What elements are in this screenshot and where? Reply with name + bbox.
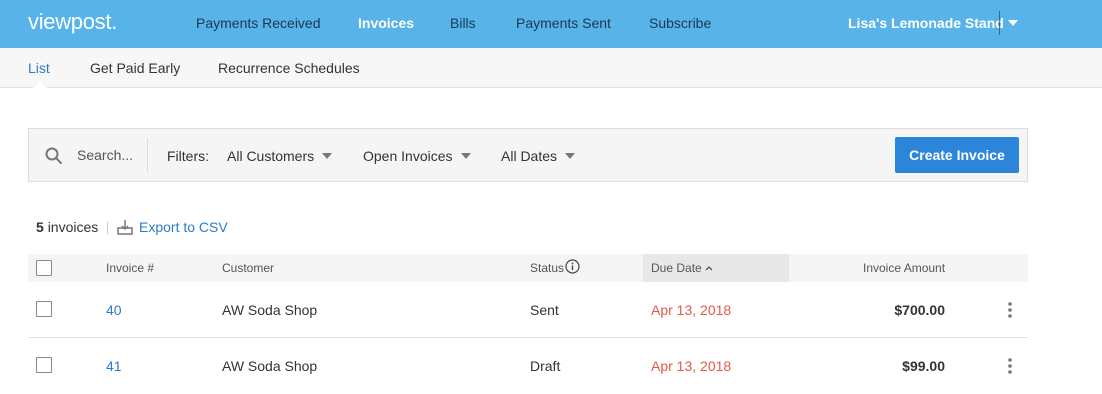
date-filter-dropdown[interactable]: All Dates — [501, 148, 576, 164]
info-circle-icon[interactable] — [565, 259, 580, 274]
viewpost-logo[interactable]: viewpost. — [28, 9, 117, 35]
row-checkbox[interactable] — [36, 357, 52, 373]
customer-name: AW Soda Shop — [222, 358, 318, 374]
nav-bills[interactable]: Bills — [450, 15, 476, 31]
customer-name: AW Soda Shop — [222, 302, 318, 318]
invoice-amount: $99.00 — [902, 358, 945, 374]
customer-filter-dropdown[interactable]: All Customers — [227, 148, 333, 164]
account-divider — [999, 11, 1000, 35]
logo-text: viewpost — [28, 9, 112, 34]
search-icon — [45, 147, 62, 164]
filters-label: Filters: — [167, 148, 209, 164]
due-date: Apr 13, 2018 — [651, 358, 732, 374]
invoice-status-filter-dropdown[interactable]: Open Invoices — [363, 148, 471, 164]
row-checkbox[interactable] — [36, 301, 52, 317]
invoice-number-link[interactable]: 41 — [106, 358, 122, 374]
invoice-amount: $700.00 — [894, 302, 945, 318]
filter-bar: Filters: All Customers Open Invoices All… — [28, 128, 1028, 182]
subnav-recurrence-schedules[interactable]: Recurrence Schedules — [218, 60, 360, 76]
download-tray-icon[interactable] — [117, 219, 133, 235]
due-date-label: Due Date — [651, 261, 702, 275]
caret-down-icon[interactable] — [1008, 20, 1018, 26]
nav-payments-received[interactable]: Payments Received — [196, 15, 321, 31]
invoice-status: Draft — [530, 358, 561, 374]
invoice-status-filter-value: Open Invoices — [363, 148, 453, 164]
column-header-status[interactable]: Status — [530, 261, 564, 275]
table-header: Invoice # Customer Status Due Date Invoi… — [28, 254, 1028, 282]
export-to-csv-link[interactable]: Export to CSV — [139, 219, 228, 235]
invoice-count: 5 invoices — [36, 219, 98, 235]
table-row: 40 AW Soda Shop Sent Apr 13, 2018 $700.0… — [28, 282, 1028, 338]
subnav-list[interactable]: List — [28, 60, 50, 76]
search-input[interactable] — [77, 143, 143, 167]
subnav-get-paid-early[interactable]: Get Paid Early — [90, 60, 180, 76]
chevron-up-icon — [705, 266, 713, 271]
column-header-invoice-amount[interactable]: Invoice Amount — [863, 261, 945, 275]
logo-dot: . — [111, 9, 118, 34]
nav-subscribe[interactable]: Subscribe — [649, 15, 711, 31]
due-date: Apr 13, 2018 — [651, 302, 732, 318]
caret-down-icon — [460, 153, 471, 159]
invoice-number-link[interactable]: 40 — [106, 302, 122, 318]
date-filter-value: All Dates — [501, 148, 558, 164]
kebab-menu-icon[interactable] — [1006, 357, 1014, 375]
invoice-count-label: invoices — [47, 219, 99, 235]
invoice-count-number: 5 — [36, 219, 44, 235]
select-all-checkbox[interactable] — [36, 260, 52, 276]
active-subnav-pointer — [33, 80, 47, 88]
column-header-customer[interactable]: Customer — [222, 261, 274, 275]
column-header-invoice[interactable]: Invoice # — [106, 261, 154, 275]
filter-divider — [147, 138, 148, 172]
kebab-menu-icon[interactable] — [1006, 301, 1014, 319]
table-row: 41 AW Soda Shop Draft Apr 13, 2018 $99.0… — [28, 338, 1028, 394]
caret-down-icon — [322, 153, 333, 159]
nav-payments-sent[interactable]: Payments Sent — [516, 15, 611, 31]
invoice-status: Sent — [530, 302, 559, 318]
top-nav: viewpost. Payments Received Invoices Bil… — [0, 0, 1102, 48]
account-name[interactable]: Lisa's Lemonade Stand — [848, 15, 1004, 31]
column-header-due-date[interactable]: Due Date — [651, 261, 713, 275]
caret-down-icon — [565, 153, 576, 159]
sub-nav: List Get Paid Early Recurrence Schedules — [0, 48, 1102, 88]
customer-filter-value: All Customers — [227, 148, 315, 164]
create-invoice-button[interactable]: Create Invoice — [895, 137, 1019, 173]
count-separator — [107, 222, 108, 234]
nav-invoices[interactable]: Invoices — [358, 15, 414, 31]
